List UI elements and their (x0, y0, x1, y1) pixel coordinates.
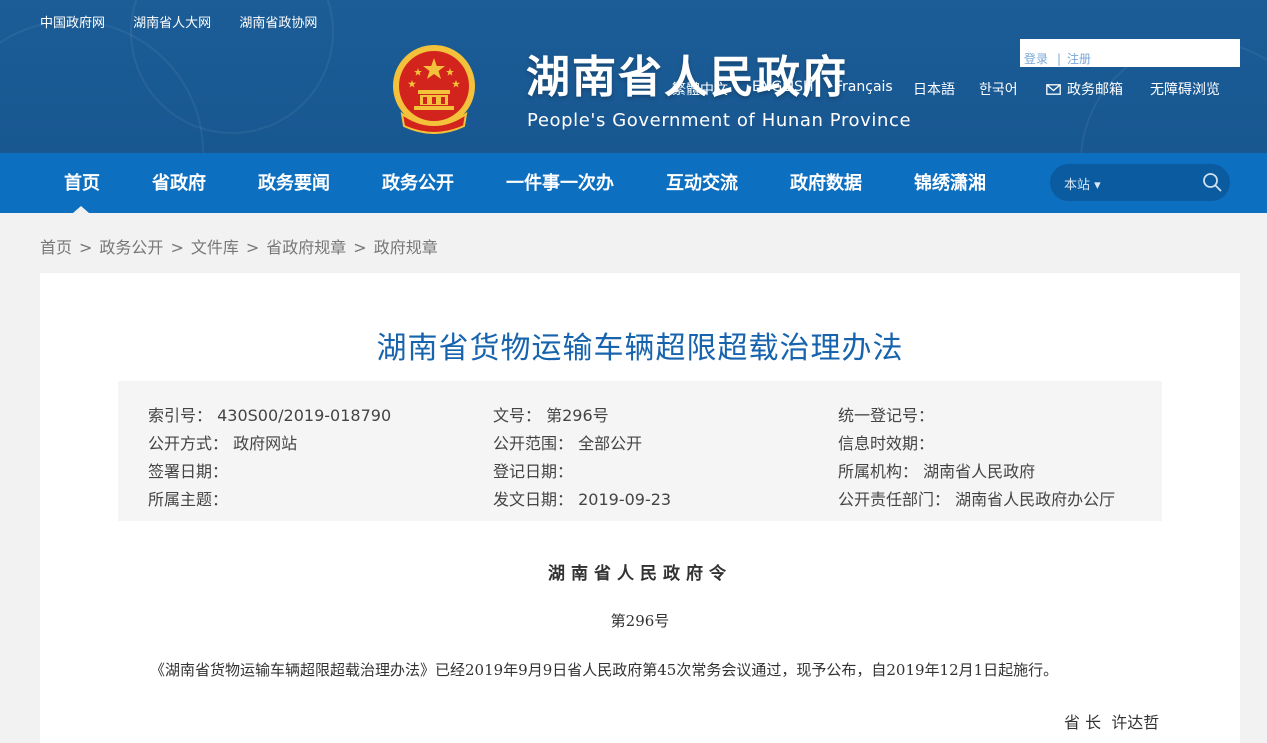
meta-label: 统一登记号： (838, 406, 935, 425)
meta-label: 所属主题： (148, 490, 229, 509)
account-box: 登录 | 注册 (1020, 39, 1240, 67)
nav-item-disclosure[interactable]: 政务公开 (382, 153, 454, 213)
top-link-cppcc[interactable]: 湖南省政协网 (239, 16, 317, 31)
lang-english[interactable]: ENGLISH (752, 79, 814, 95)
nav-item-gov-data[interactable]: 政府数据 (790, 153, 862, 213)
meta-label: 登记日期： (493, 462, 574, 481)
meta-index-no: 索引号： 430S00/2019-018790 (148, 402, 391, 426)
meta-reg-date: 登记日期： (493, 458, 573, 482)
top-link-npc[interactable]: 湖南省人大网 (133, 16, 211, 31)
meta-value: 湖南省人民政府 (923, 462, 1036, 481)
decree-number: 第296号 (610, 612, 670, 630)
nav-item-provincial-government[interactable]: 省政府 (152, 153, 206, 213)
top-links: 中国政府网 湖南省人大网 湖南省政协网 (40, 12, 341, 31)
breadcrumb-home[interactable]: 首页 (40, 238, 72, 257)
meta-label: 签署日期： (148, 462, 229, 481)
article-body-paragraph: 《湖南省货物运输车辆超限超载治理办法》已经2019年9月9日省人民政府第45次常… (150, 661, 1059, 679)
meta-org: 所属机构： 湖南省人民政府 (838, 458, 1035, 482)
meta-label: 所属机构： (838, 462, 919, 481)
breadcrumb-separator: > (79, 238, 93, 257)
register-link[interactable]: 注册 (1067, 52, 1091, 66)
meta-validity: 信息时效期： (838, 430, 934, 454)
nav-item-news[interactable]: 政务要闻 (258, 153, 330, 213)
meta-unified-reg: 统一登记号： (838, 402, 934, 426)
nav-active-indicator (73, 206, 89, 213)
mailbox-label: 政务邮箱 (1067, 82, 1123, 98)
meta-label: 公开范围： (493, 434, 574, 453)
breadcrumb-provincial-rules[interactable]: 省政府规章 (266, 238, 346, 257)
nav-item-hunan-scenery[interactable]: 锦绣潇湘 (914, 153, 986, 213)
breadcrumb-disclosure[interactable]: 政务公开 (99, 238, 163, 257)
signatory-name: 许达哲 (1111, 713, 1160, 732)
nav-item-one-stop[interactable]: 一件事一次办 (506, 153, 614, 213)
signatory: 省 长 许达哲 (1064, 709, 1159, 733)
national-emblem-icon (393, 45, 475, 134)
article-panel: 湖南省货物运输车辆超限超载治理办法 索引号： 430S00/2019-01879… (40, 273, 1240, 743)
nav-item-interaction[interactable]: 互动交流 (666, 153, 738, 213)
lang-japanese[interactable]: 日本語 (913, 79, 955, 99)
search-scope-select[interactable]: 本站 ▾ (1064, 174, 1101, 193)
breadcrumb-separator: > (245, 238, 260, 257)
meta-doc-no: 文号： 第296号 (493, 402, 609, 426)
meta-label: 文号： (493, 406, 542, 425)
meta-label: 索引号： (148, 406, 213, 425)
breadcrumb-separator: > (170, 238, 184, 257)
article-title: 湖南省货物运输车辆超限超载治理办法 (376, 331, 904, 366)
meta-label: 信息时效期： (838, 434, 935, 453)
account-divider: | (1057, 52, 1062, 66)
meta-topic: 所属主题： (148, 486, 228, 510)
meta-disclosure-mode: 公开方式： 政府网站 (148, 430, 297, 454)
meta-value: 政府网站 (233, 434, 298, 453)
meta-sign-date: 签署日期： (148, 458, 228, 482)
lang-traditional-chinese[interactable]: 繁體中文 (672, 79, 728, 99)
breadcrumb-gov-rules[interactable]: 政府规章 (374, 238, 438, 257)
search-icon[interactable] (1202, 172, 1222, 192)
breadcrumb-file-library[interactable]: 文件库 (191, 238, 239, 257)
login-link[interactable]: 登录 (1024, 52, 1048, 66)
meta-value: 第296号 (546, 406, 609, 425)
meta-value: 2019-09-23 (578, 490, 672, 509)
lang-french[interactable]: Français (835, 79, 893, 95)
mailbox-link[interactable]: 政务邮箱 (1046, 79, 1123, 99)
decree-issuer: 湖南省人民政府令 (548, 564, 732, 584)
document-metadata: 索引号： 430S00/2019-018790 公开方式： 政府网站 签署日期：… (118, 381, 1162, 521)
lang-korean[interactable]: 한국어 (979, 79, 1018, 99)
breadcrumb-separator: > (353, 238, 367, 257)
meta-value: 全部公开 (578, 434, 643, 453)
nav-item-home[interactable]: 首页 (64, 153, 100, 213)
mail-icon (1046, 84, 1061, 95)
meta-disclosure-scope: 公开范围： 全部公开 (493, 430, 642, 454)
meta-label: 公开方式： (148, 434, 229, 453)
site-header: 中国政府网 湖南省人大网 湖南省政协网 湖南省人民政府 People's Gov… (0, 0, 1267, 153)
meta-value: 430S00/2019-018790 (217, 406, 392, 425)
breadcrumb: 首页 > 政务公开 > 文件库 > 省政府规章 > 政府规章 (40, 234, 438, 258)
meta-issue-date: 发文日期： 2019-09-23 (493, 486, 671, 510)
meta-dept: 公开责任部门： 湖南省人民政府办公厅 (838, 486, 1115, 510)
top-link-gov-cn[interactable]: 中国政府网 (40, 16, 105, 31)
accessibility-link[interactable]: 无障碍浏览 (1150, 79, 1220, 99)
site-subtitle: People's Government of Hunan Province (527, 110, 912, 131)
meta-label: 公开责任部门： (838, 490, 951, 509)
signatory-title: 省 长 (1064, 713, 1102, 732)
meta-value: 湖南省人民政府办公厅 (955, 490, 1116, 509)
meta-label: 发文日期： (493, 490, 574, 509)
